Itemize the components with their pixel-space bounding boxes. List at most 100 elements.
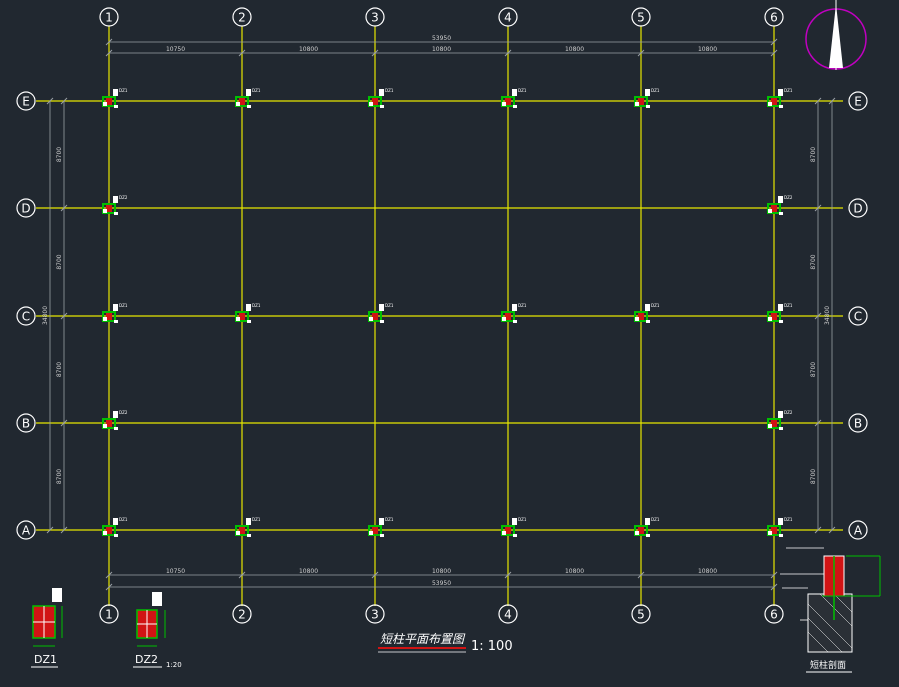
column-section-detail: 短柱剖面 bbox=[780, 547, 881, 673]
dim-label: 34800 bbox=[42, 306, 49, 325]
axis-bubble-label: C bbox=[22, 310, 30, 324]
column-anchor bbox=[380, 320, 384, 323]
column-A6: DZ1 bbox=[767, 517, 793, 537]
column-anchor bbox=[646, 320, 650, 323]
column-leader bbox=[379, 518, 384, 525]
axis-bubble-left-B: B bbox=[16, 413, 36, 433]
section-title: 短柱剖面 bbox=[810, 659, 846, 671]
column-anchor bbox=[103, 531, 107, 535]
column-anchor bbox=[779, 212, 783, 215]
axis-bubble-top-5: 5 bbox=[631, 7, 651, 27]
column-anchor bbox=[369, 102, 373, 106]
dim-bottom-spans: 10750 10800 10800 10800 10800 bbox=[105, 568, 778, 579]
column-anchor bbox=[768, 209, 772, 213]
column-anchor bbox=[768, 102, 772, 106]
column-anchor bbox=[114, 212, 118, 215]
dim-label: 10800 bbox=[432, 46, 451, 53]
column-A5: DZ1 bbox=[634, 517, 660, 537]
column-anchor bbox=[646, 534, 650, 537]
axis-bubble-top-6: 6 bbox=[764, 7, 784, 27]
column-anchor bbox=[114, 320, 118, 323]
axis-bubble-label: C bbox=[854, 310, 862, 324]
column-C5: DZ1 bbox=[634, 303, 660, 323]
dim-label: 10800 bbox=[299, 46, 318, 53]
column-anchor bbox=[635, 317, 639, 321]
dim-label: 8700 bbox=[56, 147, 63, 162]
column-leader bbox=[512, 89, 517, 96]
column-anchor bbox=[502, 317, 506, 321]
column-anchor bbox=[114, 427, 118, 430]
dim-bottom-total: 53950 bbox=[105, 580, 778, 591]
axis-bubble-bottom-3: 3 bbox=[365, 604, 385, 624]
column-tag: DZ2 bbox=[784, 410, 793, 415]
column-anchor bbox=[103, 209, 107, 213]
column-C6: DZ1 bbox=[767, 303, 793, 323]
column-tag: DZ1 bbox=[385, 88, 394, 93]
column-anchor bbox=[236, 102, 240, 106]
column-tag: DZ1 bbox=[651, 517, 660, 522]
column-leader bbox=[512, 304, 517, 311]
column-leader bbox=[645, 304, 650, 311]
column-tag: DZ1 bbox=[252, 88, 261, 93]
axis-bubble-right-E: E bbox=[848, 91, 868, 111]
column-C2: DZ1 bbox=[235, 303, 261, 323]
column-anchor bbox=[779, 427, 783, 430]
column-tag: DZ1 bbox=[784, 303, 793, 308]
dim-label: 8700 bbox=[810, 362, 817, 377]
column-A3: DZ1 bbox=[368, 517, 394, 537]
dz1-detail: DZ1 bbox=[31, 588, 63, 668]
dim-label: 8700 bbox=[810, 469, 817, 484]
column-tag: DZ2 bbox=[119, 410, 128, 415]
dim-label: 10800 bbox=[698, 46, 717, 53]
axis-bubble-label: 4 bbox=[504, 608, 512, 622]
dim-top-total: 53950 bbox=[105, 35, 778, 46]
column-tag: DZ1 bbox=[119, 303, 128, 308]
column-anchor bbox=[646, 105, 650, 108]
column-leader bbox=[778, 411, 783, 418]
axis-bubble-left-C: C bbox=[16, 306, 36, 326]
column-anchor bbox=[236, 531, 240, 535]
dim-label: 8700 bbox=[56, 362, 63, 377]
column-anchor bbox=[380, 105, 384, 108]
column-anchor bbox=[635, 102, 639, 106]
column-markers: DZ1 DZ1 DZ1 DZ1 DZ1 DZ1 DZ2 DZ2 DZ1 DZ1 DZ1 DZ1 DZ1 D… bbox=[102, 88, 793, 537]
cad-drawing-canvas[interactable]: 53950 10750 10800 10800 10800 10800 10750 10800… bbox=[0, 0, 899, 683]
dim-label: 8700 bbox=[810, 254, 817, 269]
column-leader bbox=[246, 89, 251, 96]
column-A1: DZ1 bbox=[102, 517, 128, 537]
axis-bubble-bottom-2: 2 bbox=[232, 604, 252, 624]
column-leader bbox=[778, 196, 783, 203]
column-leader bbox=[778, 518, 783, 525]
column-anchor bbox=[114, 105, 118, 108]
dim-label: 53950 bbox=[432, 35, 451, 42]
axis-bubble-bottom-5: 5 bbox=[631, 604, 651, 624]
column-anchor bbox=[114, 534, 118, 537]
column-B6: DZ2 bbox=[767, 410, 793, 430]
dim-label: 8700 bbox=[56, 469, 63, 484]
column-tag: DZ2 bbox=[119, 195, 128, 200]
axis-bubble-label: 1 bbox=[105, 11, 113, 25]
column-anchor bbox=[247, 534, 251, 537]
axis-bubble-top-3: 3 bbox=[365, 7, 385, 27]
axis-bubble-label: 6 bbox=[770, 608, 778, 622]
dim-label: 10800 bbox=[299, 568, 318, 575]
column-anchor bbox=[513, 534, 517, 537]
column-anchor bbox=[502, 102, 506, 106]
column-tag: DZ1 bbox=[518, 303, 527, 308]
dz2-label: DZ2 bbox=[135, 653, 158, 666]
axis-bubble-top-1: 1 bbox=[99, 7, 119, 27]
column-leader bbox=[379, 89, 384, 96]
column-C1: DZ1 bbox=[102, 303, 128, 323]
column-E1: DZ1 bbox=[102, 88, 128, 108]
column-anchor bbox=[380, 534, 384, 537]
axis-bubble-label: 5 bbox=[637, 608, 645, 622]
column-D1: DZ2 bbox=[102, 195, 128, 215]
column-anchor bbox=[635, 531, 639, 535]
column-leader bbox=[113, 196, 118, 203]
axis-bubble-bottom-1: 1 bbox=[99, 604, 119, 624]
dim-label: 8700 bbox=[810, 147, 817, 162]
column-A2: DZ1 bbox=[235, 517, 261, 537]
dim-label: 10800 bbox=[432, 568, 451, 575]
column-C3: DZ1 bbox=[368, 303, 394, 323]
axis-bubble-label: 5 bbox=[637, 11, 645, 25]
